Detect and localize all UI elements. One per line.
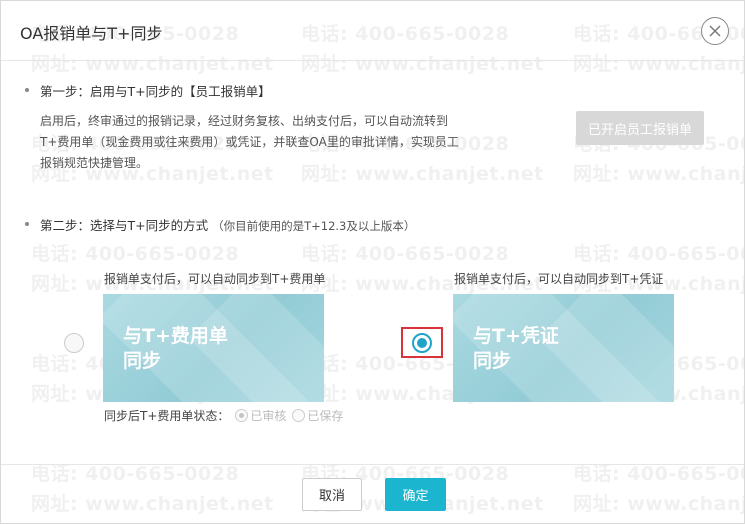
cancel-button[interactable]: 取消	[302, 478, 362, 511]
close-button[interactable]	[701, 17, 729, 45]
sync-voucher-card[interactable]: 与T+凭证 同步	[453, 294, 674, 402]
option2-card-title: 与T+凭证 同步	[473, 324, 559, 374]
option1-caption: 报销单支付后，可以自动同步到T+费用单	[104, 272, 326, 286]
option2-caption: 报销单支付后，可以自动同步到T+凭证	[454, 272, 664, 286]
dialog-footer: 取消 确定	[1, 464, 744, 523]
sync-expense-card[interactable]: 与T+费用单 同步	[103, 294, 324, 402]
option2-radio[interactable]	[412, 332, 432, 353]
close-icon	[709, 25, 721, 37]
status-approved-label: 已审核	[250, 409, 287, 423]
sync-status-label: 同步后T+费用单状态：	[104, 409, 230, 423]
step2-title: 第二步：选择与T+同步的方式	[40, 218, 209, 233]
step2-label: 第二步：选择与T+同步的方式 （你目前使用的是T+12.3及以上版本）	[40, 215, 415, 234]
dialog: 电话: 400-665-0028 电话: 400-665-0028 电话: 40…	[0, 0, 745, 524]
bullet-icon	[25, 222, 29, 226]
step1-description: 启用后，终审通过的报销记录，经过财务复核、出纳支付后，可以自动流转到T+费用单（…	[40, 114, 459, 170]
option1-radio[interactable]	[64, 333, 84, 353]
status-saved-label: 已保存	[307, 409, 344, 423]
dialog-content: 第一步：启用与T+同步的【员工报销单】 启用后，终审通过的报销记录，经过财务复核…	[1, 61, 744, 463]
sync-status-row: 同步后T+费用单状态： 已审核 已保存	[104, 407, 343, 424]
option1-card-title: 与T+费用单 同步	[123, 324, 228, 374]
radio-selected-dot	[417, 337, 427, 348]
step2-note: （你目前使用的是T+12.3及以上版本）	[212, 219, 416, 233]
option1-line1: 与T+费用单	[123, 325, 228, 347]
option2-line2: 同步	[473, 350, 512, 372]
option1-line2: 同步	[123, 350, 162, 372]
enabled-employee-expense-button[interactable]: 已开启员工报销单	[576, 111, 704, 145]
status-saved-radio[interactable]	[292, 409, 306, 422]
dialog-header: OA报销单与T+同步	[1, 1, 744, 61]
dialog-title: OA报销单与T+同步	[20, 24, 163, 43]
option2-line1: 与T+凭证	[473, 325, 559, 347]
step1-label: 第一步：启用与T+同步的【员工报销单】	[40, 84, 271, 99]
option2-radio-highlight[interactable]	[401, 327, 443, 358]
bullet-icon	[25, 88, 29, 92]
status-approved-radio[interactable]	[235, 409, 249, 422]
confirm-button[interactable]: 确定	[385, 478, 446, 511]
